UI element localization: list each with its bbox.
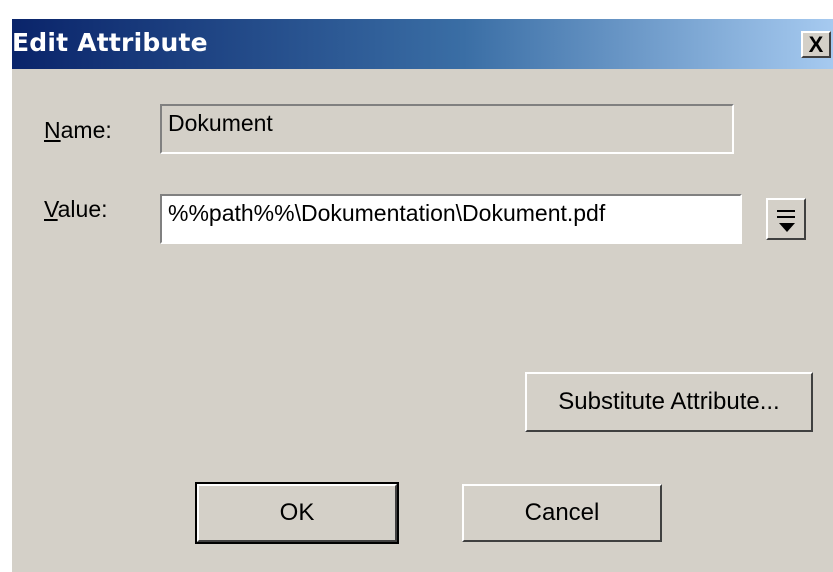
dialog-title: Edit Attribute [12,28,208,57]
name-field: Dokument [160,104,734,154]
value-menu-button[interactable] [766,198,806,240]
title-bar[interactable]: Edit Attribute X [12,19,833,69]
close-icon: X [808,31,824,57]
ok-button[interactable]: OK [195,482,399,544]
close-button[interactable]: X [801,31,831,58]
value-label: Value: [44,196,108,222]
edit-attribute-dialog: Edit Attribute X Name: Dokument Value: %… [10,17,833,572]
substitute-attribute-button[interactable]: Substitute Attribute... [525,372,813,432]
value-input[interactable]: %%path%%\Dokumentation\Dokument.pdf [160,194,742,244]
cancel-button[interactable]: Cancel [462,484,662,542]
name-label: Name: [44,117,112,143]
